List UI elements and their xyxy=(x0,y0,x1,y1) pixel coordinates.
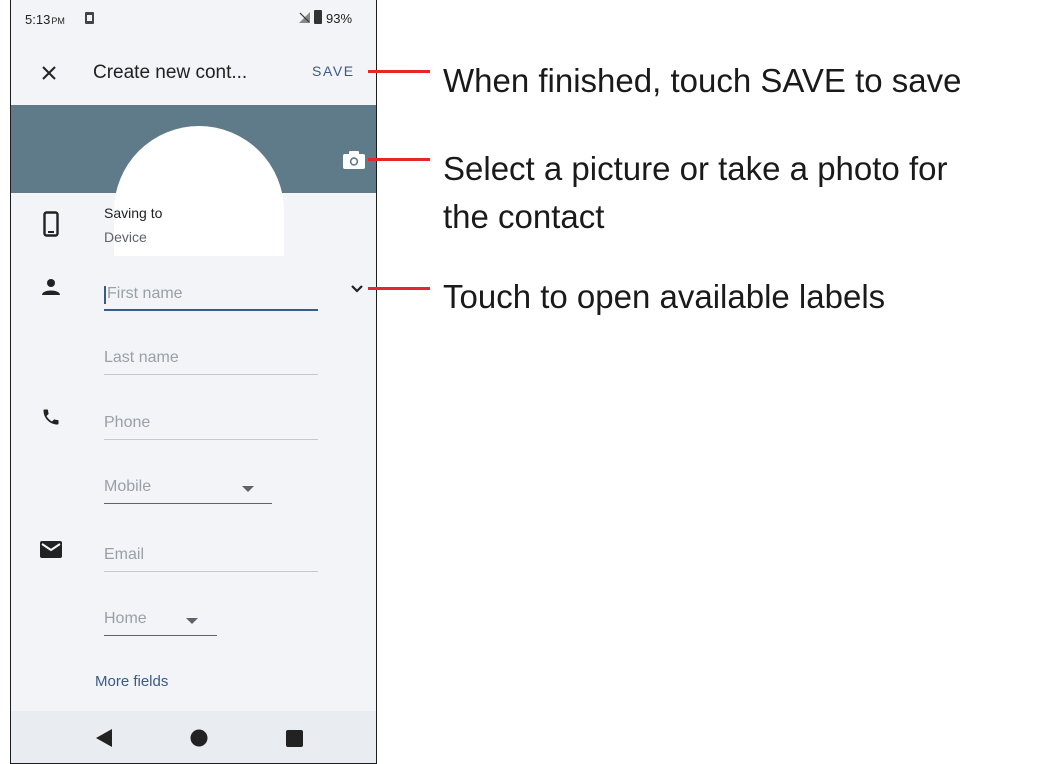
callout-photo-text-line1: Select a picture or take a photo for xyxy=(443,150,948,187)
status-ampm: PM xyxy=(51,16,65,26)
call-icon-box xyxy=(38,404,64,430)
saving-to-label: Saving to xyxy=(104,205,163,221)
navigation-bar xyxy=(11,711,376,763)
phone-device-icon xyxy=(43,211,59,237)
recents-icon xyxy=(285,729,303,747)
first-name-input[interactable]: First name xyxy=(104,285,318,311)
mail-icon-box xyxy=(38,536,64,562)
saving-to-value: Device xyxy=(104,229,147,245)
callout-line-labels xyxy=(368,287,430,290)
email-type-select[interactable]: Home xyxy=(104,610,217,636)
mail-icon xyxy=(40,540,62,558)
battery-icon xyxy=(314,10,322,24)
phone-input[interactable]: Phone xyxy=(104,414,318,440)
more-fields-button[interactable]: More fields xyxy=(95,673,168,690)
email-type-value: Home xyxy=(104,610,147,627)
dropdown-caret-icon xyxy=(186,618,198,624)
no-signal-icon xyxy=(299,12,310,23)
text-cursor xyxy=(104,286,106,304)
callout-labels-text: Touch to open available labels xyxy=(443,278,886,315)
phone-placeholder: Phone xyxy=(104,414,151,431)
status-time-value: 5:13 xyxy=(25,12,51,27)
callout-save-text: When finished, touch SAVE to save xyxy=(443,62,962,99)
recents-button[interactable] xyxy=(282,726,306,750)
close-icon xyxy=(42,66,56,80)
battery-percent: 93% xyxy=(326,11,353,26)
callout-line-save xyxy=(368,70,430,73)
home-icon xyxy=(190,729,208,747)
callout-photo-text-line2: the contact xyxy=(443,198,605,235)
person-icon-box xyxy=(38,274,64,300)
home-button[interactable] xyxy=(187,726,211,750)
chevron-down-icon xyxy=(351,285,363,293)
person-icon xyxy=(42,279,60,295)
dropdown-caret-icon xyxy=(242,486,254,492)
last-name-input[interactable]: Last name xyxy=(104,349,318,375)
save-button[interactable]: SAVE xyxy=(312,63,355,79)
first-name-placeholder: First name xyxy=(107,285,183,302)
last-name-placeholder: Last name xyxy=(104,349,179,366)
expand-name-button[interactable] xyxy=(344,276,370,302)
phone-type-value: Mobile xyxy=(104,478,152,495)
phone-screen: 5:13PM 93% Create new cont... SAVE Savin… xyxy=(10,0,377,764)
close-button[interactable] xyxy=(31,55,67,91)
back-icon xyxy=(96,729,112,747)
call-icon xyxy=(43,409,59,425)
back-button[interactable] xyxy=(92,726,116,750)
device-icon-box xyxy=(38,211,64,237)
camera-button[interactable] xyxy=(339,145,369,175)
email-input[interactable]: Email xyxy=(104,546,318,572)
email-placeholder: Email xyxy=(104,546,145,563)
contact-header xyxy=(11,105,376,256)
status-time: 5:13PM xyxy=(25,12,65,27)
page-title: Create new cont... xyxy=(93,62,248,83)
sim-card-icon xyxy=(85,12,94,24)
callout-line-photo xyxy=(368,158,430,161)
camera-icon xyxy=(343,151,365,169)
phone-type-select[interactable]: Mobile xyxy=(104,478,272,504)
